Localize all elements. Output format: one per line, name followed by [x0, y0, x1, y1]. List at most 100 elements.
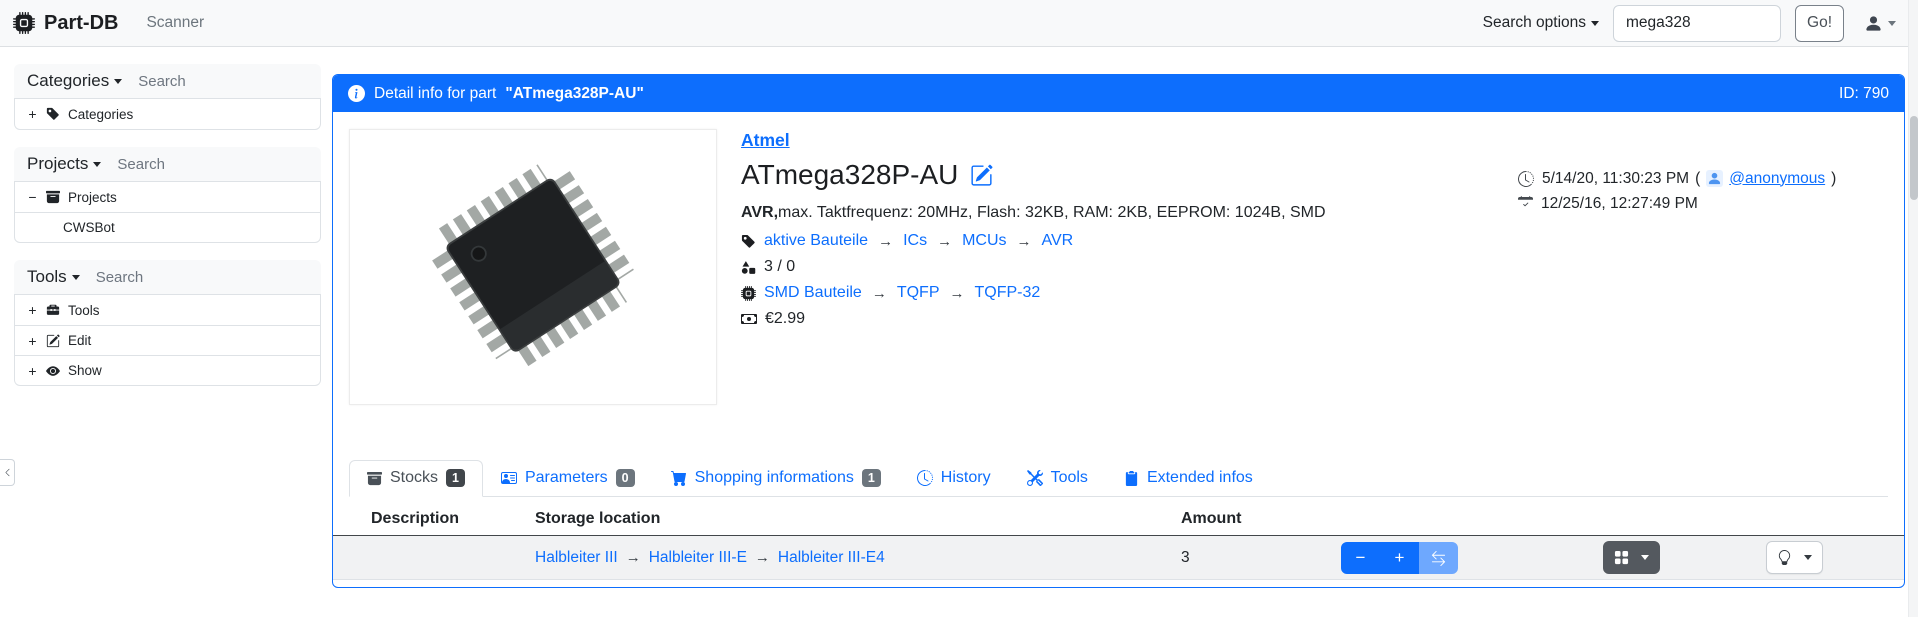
price-row: €2.99 — [741, 310, 1326, 328]
shapes-icon — [741, 260, 756, 275]
footprint-link[interactable]: TQFP — [897, 284, 940, 302]
calendar-icon — [1518, 196, 1533, 211]
storage-location-link[interactable]: Halbleiter III-E — [649, 549, 747, 567]
nav-scanner-link[interactable]: Scanner — [146, 14, 204, 32]
projects-dropdown[interactable]: Projects — [27, 154, 101, 174]
expand-toggle[interactable]: + — [27, 333, 38, 349]
id-card-icon — [501, 470, 517, 486]
increase-stock-button[interactable]: + — [1380, 542, 1419, 574]
tab-extended-infos[interactable]: Extended infos — [1106, 460, 1271, 497]
tools-title: Tools — [27, 267, 67, 287]
stock-summary-row: 3 / 0 — [741, 258, 1326, 276]
stock-row: Halbleiter III → Halbleiter III-E → Halb… — [333, 536, 1904, 580]
part-id-label: ID: 790 — [1839, 85, 1889, 103]
scrollbar-thumb[interactable] — [1910, 116, 1918, 200]
tab-shopping-informations[interactable]: Shopping informations 1 — [653, 460, 899, 497]
projects-search-input[interactable] — [117, 156, 308, 173]
arrow-separator: → — [870, 285, 889, 302]
user-link[interactable]: @anonymous — [1729, 170, 1825, 188]
move-stock-button[interactable] — [1419, 542, 1458, 574]
led-locate-dropdown[interactable] — [1766, 541, 1823, 574]
header-part-name: "ATmega328P-AU" — [505, 85, 643, 103]
search-options-label: Search options — [1483, 14, 1586, 32]
tools-icon — [1027, 470, 1043, 486]
tree-item-tools[interactable]: + Tools — [15, 295, 320, 325]
label-generator-dropdown[interactable] — [1603, 541, 1660, 574]
categories-dropdown[interactable]: Categories — [27, 71, 122, 91]
tree-item-projects[interactable]: − Projects — [15, 182, 320, 212]
user-menu[interactable] — [1864, 14, 1896, 33]
tree-item-categories[interactable]: + Categories — [15, 99, 320, 129]
caret-down-icon — [1591, 21, 1599, 26]
edit-part-icon[interactable] — [970, 164, 993, 187]
col-storage-location: Storage location — [535, 510, 1181, 528]
storage-location-link[interactable]: Halbleiter III-E4 — [778, 549, 885, 567]
top-navbar: Part-DB Scanner Search options Go! — [0, 0, 1918, 47]
tab-badge: 0 — [616, 469, 635, 487]
chevron-left-icon — [3, 468, 12, 477]
stock-table-header: Description Storage location Amount — [333, 502, 1904, 536]
paren: ( — [1695, 170, 1700, 188]
col-amount: Amount — [1181, 510, 1341, 528]
app-brand[interactable]: Part-DB — [13, 12, 118, 35]
part-description: AVR,max. Taktfrequenz: 20MHz, Flash: 32K… — [741, 204, 1326, 222]
collapse-toggle[interactable]: − — [27, 189, 38, 205]
category-link[interactable]: ICs — [903, 232, 927, 250]
category-link[interactable]: AVR — [1042, 232, 1074, 250]
part-info: Atmel ATmega328P-AU AVR,max. Taktfrequen… — [741, 130, 1326, 336]
tab-label: Stocks — [390, 469, 438, 487]
expand-toggle[interactable]: + — [27, 106, 38, 122]
part-image[interactable] — [349, 129, 717, 405]
arrow-separator: → — [753, 549, 772, 566]
tab-tools[interactable]: Tools — [1009, 460, 1106, 497]
tree-item-edit[interactable]: + Edit — [15, 325, 320, 355]
caret-down-icon — [1641, 555, 1649, 560]
tab-label: Extended infos — [1147, 469, 1253, 487]
tools-dropdown[interactable]: Tools — [27, 267, 80, 287]
search-input[interactable] — [1613, 5, 1781, 42]
sidebar: Categories + Categories Projects − — [14, 64, 321, 403]
tools-panel-header: Tools — [14, 260, 321, 294]
microchip-icon — [741, 286, 756, 301]
part-name: ATmega328P-AU — [741, 159, 958, 191]
tools-search-input[interactable] — [96, 269, 308, 286]
expand-toggle[interactable]: + — [27, 363, 38, 379]
tab-parameters[interactable]: Parameters 0 — [483, 460, 653, 497]
edit-icon — [46, 334, 60, 348]
footprint-row: SMD Bauteile → TQFP → TQFP-32 — [741, 284, 1326, 302]
tab-history[interactable]: History — [899, 460, 1009, 497]
tab-label: Shopping informations — [695, 469, 854, 487]
category-link[interactable]: aktive Bauteile — [764, 232, 868, 250]
expand-toggle[interactable]: + — [27, 302, 38, 318]
toolbox-icon — [46, 303, 60, 317]
paren: ) — [1831, 170, 1836, 188]
search-options-dropdown[interactable]: Search options — [1483, 14, 1599, 32]
decrease-stock-button[interactable]: − — [1341, 542, 1380, 574]
storage-location-breadcrumb: Halbleiter III → Halbleiter III-E → Halb… — [535, 549, 1181, 567]
tab-label: Parameters — [525, 469, 608, 487]
projects-panel: Projects − Projects CWSBot — [14, 147, 321, 243]
lightbulb-icon — [1777, 550, 1792, 565]
tag-icon — [741, 234, 756, 249]
category-link[interactable]: MCUs — [962, 232, 1006, 250]
sidebar-collapse-handle[interactable] — [0, 459, 15, 486]
go-button[interactable]: Go! — [1795, 5, 1844, 42]
arrow-separator: → — [935, 233, 954, 250]
tree-item-cwsbot[interactable]: CWSBot — [15, 212, 320, 242]
categories-panel: Categories + Categories — [14, 64, 321, 130]
tag-icon — [46, 107, 60, 121]
caret-down-icon — [1804, 555, 1812, 560]
storage-location-link[interactable]: Halbleiter III — [535, 549, 618, 567]
money-icon — [741, 311, 757, 327]
price-value: €2.99 — [765, 310, 805, 328]
tree-item-show[interactable]: + Show — [15, 355, 320, 385]
part-detail-card: Detail info for part "ATmega328P-AU" ID:… — [332, 74, 1905, 588]
page-scrollbar[interactable] — [1908, 0, 1918, 617]
tab-stocks[interactable]: Stocks 1 — [349, 460, 483, 497]
footprint-link[interactable]: SMD Bauteile — [764, 284, 862, 302]
tree-item-label: Tools — [68, 303, 100, 318]
manufacturer-link[interactable]: Atmel — [741, 130, 790, 151]
cart-icon — [671, 470, 687, 486]
footprint-link[interactable]: TQFP-32 — [975, 284, 1041, 302]
categories-search-input[interactable] — [138, 73, 308, 90]
